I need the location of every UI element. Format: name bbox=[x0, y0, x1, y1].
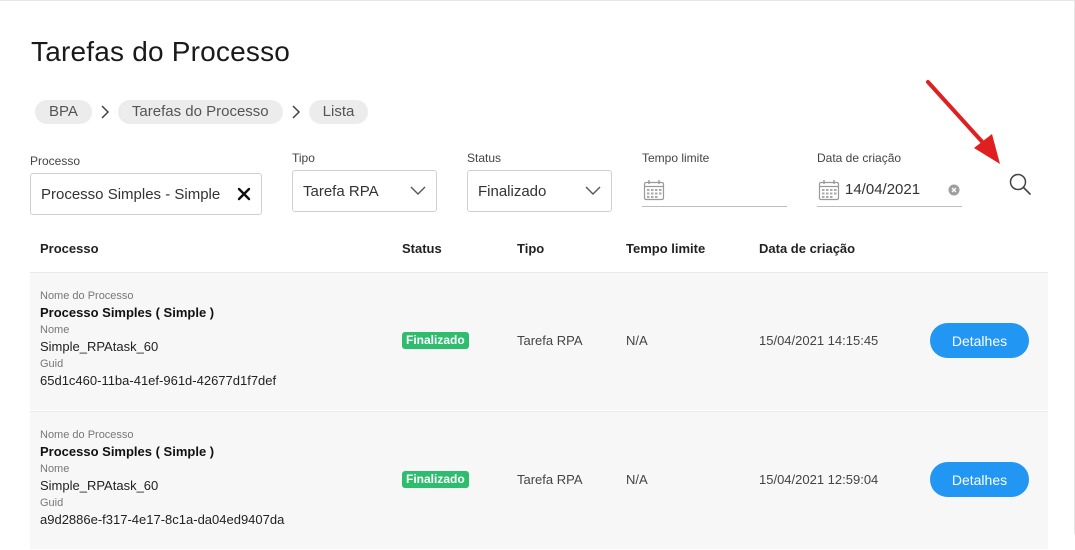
filter-processo: Processo Processo Simples - Simple bbox=[30, 153, 262, 215]
breadcrumb: BPA Tarefas do Processo Lista bbox=[35, 100, 369, 124]
tipo-select[interactable]: Tarefa RPA bbox=[292, 170, 437, 212]
filter-status-label: Status bbox=[467, 151, 502, 165]
clear-circle-icon[interactable] bbox=[948, 184, 960, 196]
header-status: Status bbox=[402, 241, 442, 256]
chevron-down-icon bbox=[410, 186, 426, 196]
tempo-limite-cell: N/A bbox=[626, 472, 648, 487]
process-info: Nome do Processo Processo Simples ( Simp… bbox=[40, 290, 276, 392]
close-icon[interactable] bbox=[237, 187, 251, 201]
frame-border-top bbox=[0, 0, 1075, 1]
tipo-cell: Tarefa RPA bbox=[517, 333, 583, 348]
search-icon[interactable] bbox=[1006, 170, 1034, 198]
table-row: Nome do Processo Processo Simples ( Simp… bbox=[30, 411, 1048, 550]
chevron-down-icon bbox=[585, 186, 601, 196]
page-title: Tarefas do Processo bbox=[31, 36, 291, 67]
chevron-right-icon bbox=[92, 100, 118, 124]
status-value: Finalizado bbox=[478, 182, 547, 200]
data-criacao-cell: 15/04/2021 12:59:04 bbox=[759, 472, 879, 487]
red-arrow-annotation bbox=[926, 80, 1000, 164]
breadcrumb-item-lista[interactable]: Lista bbox=[308, 100, 369, 124]
tasks-table: Processo Status Tipo Tempo limite Data d… bbox=[30, 232, 1048, 550]
filter-status: Status Finalizado bbox=[467, 150, 612, 212]
task-name: Simple_RPAtask_60 bbox=[40, 478, 159, 493]
detalhes-button[interactable]: Detalhes bbox=[930, 462, 1029, 497]
status-badge: Finalizado bbox=[402, 471, 469, 488]
data-criacao-value: 14/04/2021 bbox=[845, 181, 921, 198]
label-nome-processo: Nome do Processo bbox=[40, 429, 134, 441]
calendar-icon[interactable] bbox=[817, 178, 841, 202]
filter-tipo-label: Tipo bbox=[292, 151, 315, 165]
process-name: Processo Simples ( Simple ) bbox=[40, 305, 215, 320]
detalhes-button[interactable]: Detalhes bbox=[930, 323, 1029, 358]
status-select[interactable]: Finalizado bbox=[467, 170, 612, 212]
data-criacao-input[interactable]: 14/04/2021 bbox=[817, 173, 962, 207]
label-nome-processo: Nome do Processo bbox=[40, 290, 134, 302]
task-guid: 65d1c460-11ba-41ef-961d-42677d1f7def bbox=[40, 373, 277, 388]
filter-processo-label: Processo bbox=[30, 154, 81, 168]
process-name: Processo Simples ( Simple ) bbox=[40, 444, 215, 459]
tipo-cell: Tarefa RPA bbox=[517, 472, 583, 487]
table-header: Processo Status Tipo Tempo limite Data d… bbox=[30, 232, 1048, 273]
calendar-icon[interactable] bbox=[642, 178, 666, 202]
tempo-limite-cell: N/A bbox=[626, 333, 648, 348]
data-criacao-cell: 15/04/2021 14:15:45 bbox=[759, 333, 879, 348]
filter-tipo: Tipo Tarefa RPA bbox=[292, 150, 437, 212]
processo-value: Processo Simples - Simple bbox=[41, 185, 221, 203]
status-badge: Finalizado bbox=[402, 332, 469, 349]
label-guid: Guid bbox=[40, 358, 64, 370]
task-guid: a9d2886e-f317-4e17-8c1a-da04ed9407da bbox=[40, 512, 285, 527]
header-data-criacao: Data de criação bbox=[759, 241, 856, 256]
chevron-right-icon bbox=[283, 100, 309, 124]
table-row: Nome do Processo Processo Simples ( Simp… bbox=[30, 273, 1048, 411]
label-nome: Nome bbox=[40, 324, 70, 336]
header-tempo-limite: Tempo limite bbox=[626, 241, 706, 256]
label-nome: Nome bbox=[40, 463, 70, 475]
tipo-value: Tarefa RPA bbox=[303, 182, 379, 200]
filter-tempo-limite-label: Tempo limite bbox=[642, 151, 710, 165]
breadcrumb-item-bpa[interactable]: BPA bbox=[35, 100, 92, 124]
header-processo: Processo bbox=[40, 241, 99, 256]
process-info: Nome do Processo Processo Simples ( Simp… bbox=[40, 429, 284, 531]
header-tipo: Tipo bbox=[517, 241, 545, 256]
task-name: Simple_RPAtask_60 bbox=[40, 339, 159, 354]
tempo-limite-input[interactable] bbox=[642, 173, 787, 207]
label-guid: Guid bbox=[40, 497, 64, 509]
processo-select[interactable]: Processo Simples - Simple bbox=[30, 173, 262, 215]
breadcrumb-item-tarefas[interactable]: Tarefas do Processo bbox=[117, 100, 283, 124]
filter-tempo-limite: Tempo limite bbox=[642, 150, 787, 207]
